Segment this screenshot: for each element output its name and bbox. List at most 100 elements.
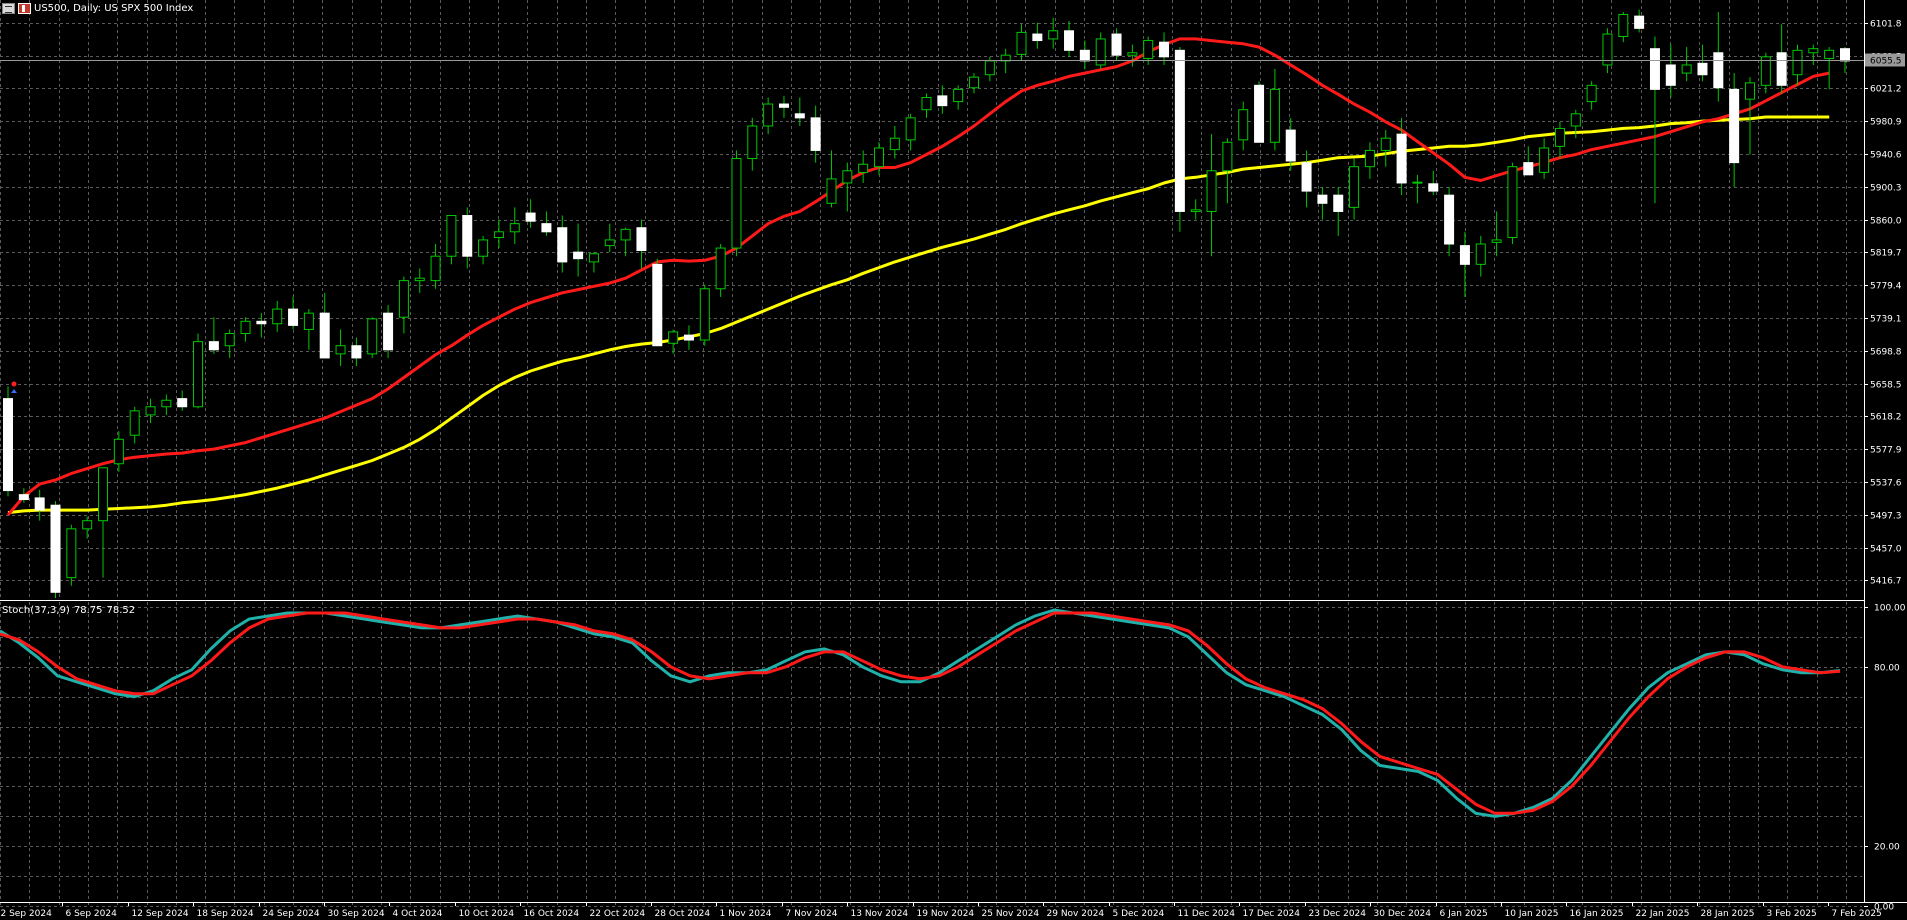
date-tick-label: 16 Oct 2024 bbox=[524, 909, 580, 919]
candle-body bbox=[620, 228, 631, 241]
date-tick-label: 24 Sep 2024 bbox=[263, 909, 320, 919]
candle bbox=[731, 150, 742, 257]
date-tick-label: 25 Nov 2024 bbox=[982, 909, 1040, 919]
chart-header: US500, Daily: US SPX 500 Index bbox=[0, 0, 193, 16]
candle-body bbox=[430, 255, 441, 282]
price-tick-label: 5497.3 bbox=[1870, 512, 1902, 522]
price-tick-label: 5940.6 bbox=[1870, 151, 1902, 161]
candle-body bbox=[1079, 49, 1090, 62]
candle-body bbox=[414, 277, 425, 282]
candle-body bbox=[1428, 183, 1439, 192]
price-tick-label: 5860.0 bbox=[1870, 217, 1902, 227]
candle-body bbox=[1554, 127, 1565, 147]
candle-body bbox=[1190, 209, 1201, 212]
candle-body bbox=[493, 231, 504, 238]
date-tick-label: 23 Dec 2024 bbox=[1309, 909, 1367, 919]
price-tick-label: 6101.8 bbox=[1870, 20, 1902, 30]
stoch-indicator-label: Stoch(37,3,9) 78.75 78.52 bbox=[2, 605, 139, 616]
date-tick-label: 22 Jan 2025 bbox=[1636, 909, 1690, 919]
candle-body bbox=[778, 103, 789, 108]
candle-body bbox=[1760, 56, 1771, 86]
candle-body bbox=[1238, 109, 1249, 141]
candle-body bbox=[1127, 52, 1138, 56]
candle-body bbox=[82, 520, 93, 530]
candle bbox=[66, 524, 77, 586]
candle bbox=[1254, 81, 1265, 143]
stoch-tick-label: 20.00 bbox=[1874, 843, 1900, 853]
date-tick-label: 28 Oct 2024 bbox=[655, 909, 711, 919]
candle-body bbox=[1570, 113, 1581, 127]
date-tick-label: 30 Dec 2024 bbox=[1374, 909, 1432, 919]
price-tick-label: 5980.9 bbox=[1870, 118, 1902, 128]
candle bbox=[383, 305, 394, 358]
price-tick-label: 5698.8 bbox=[1870, 348, 1902, 358]
candles-icon[interactable] bbox=[18, 2, 31, 14]
candle-body bbox=[303, 312, 314, 330]
candle-body bbox=[335, 345, 346, 355]
candle-body bbox=[1254, 84, 1265, 143]
candle-body bbox=[367, 318, 378, 355]
candle-body bbox=[1064, 30, 1075, 51]
candle bbox=[715, 244, 726, 297]
price-tick-label: 5900.3 bbox=[1870, 184, 1902, 194]
candle-body bbox=[1159, 41, 1170, 58]
date-tick-label: 6 Jan 2025 bbox=[1440, 909, 1488, 919]
candle-body bbox=[921, 97, 932, 111]
candle-body bbox=[351, 345, 362, 359]
candle-body bbox=[794, 113, 805, 119]
chart-title: US500, Daily: US SPX 500 Index bbox=[34, 2, 194, 14]
candle-body bbox=[1491, 239, 1502, 243]
candle-body bbox=[1285, 129, 1296, 162]
price-tick-label: 5537.6 bbox=[1870, 479, 1902, 489]
date-tick-label: 7 Feb 2025 bbox=[1832, 909, 1882, 919]
price-chart[interactable]: 6101.86061.56021.25980.95940.65900.35860… bbox=[0, 0, 1907, 920]
date-tick-label: 10 Oct 2024 bbox=[459, 909, 515, 919]
candle-body bbox=[969, 76, 980, 89]
candle-body bbox=[731, 158, 742, 249]
candle-body bbox=[541, 223, 552, 233]
date-tick-label: 10 Jan 2025 bbox=[1505, 909, 1559, 919]
candle-body bbox=[462, 215, 473, 257]
candle-body bbox=[1618, 14, 1629, 37]
candle-body bbox=[224, 333, 235, 347]
stoch-signal-value: 78.52 bbox=[106, 605, 136, 616]
candle-body bbox=[573, 251, 584, 260]
candle-body bbox=[1412, 181, 1423, 184]
candle-body bbox=[905, 117, 916, 141]
candle-body bbox=[810, 117, 821, 151]
candle-body bbox=[1824, 49, 1835, 59]
candle-body bbox=[1744, 82, 1755, 100]
candle bbox=[699, 284, 710, 346]
stoch-tick-label: 80.00 bbox=[1874, 664, 1900, 674]
price-tick-label: 5779.4 bbox=[1870, 282, 1902, 292]
candle-body bbox=[1032, 33, 1043, 42]
candle-body bbox=[1634, 15, 1645, 29]
candle-body bbox=[525, 212, 536, 222]
sell-marker-icon bbox=[11, 381, 17, 387]
candle bbox=[50, 501, 61, 598]
candle-body bbox=[652, 263, 663, 347]
candle-body bbox=[1459, 245, 1470, 265]
candle-body bbox=[763, 103, 774, 127]
candle-body bbox=[842, 170, 853, 184]
candle-body bbox=[34, 497, 45, 511]
candle-body bbox=[1317, 194, 1328, 204]
candle-body bbox=[113, 438, 124, 465]
price-tick-label: 5416.7 bbox=[1870, 577, 1902, 587]
stoch-tick-label: 100.00 bbox=[1874, 604, 1906, 614]
price-tick-label: 5739.1 bbox=[1870, 315, 1902, 325]
table-icon[interactable] bbox=[2, 2, 15, 14]
candle-body bbox=[1776, 52, 1787, 86]
candle-body bbox=[319, 312, 330, 359]
candle-body bbox=[1507, 166, 1518, 238]
candle-body bbox=[98, 467, 109, 522]
candle-body bbox=[177, 398, 188, 408]
candle-body bbox=[1808, 48, 1819, 54]
candle-body bbox=[383, 312, 394, 351]
date-tick-label: 2 Sep 2024 bbox=[1, 909, 53, 919]
stoch-main-value: 78.75 bbox=[73, 605, 103, 616]
candle-body bbox=[1649, 48, 1660, 90]
candle bbox=[1507, 162, 1518, 244]
candle-body bbox=[937, 95, 948, 107]
candle-body bbox=[18, 494, 29, 501]
